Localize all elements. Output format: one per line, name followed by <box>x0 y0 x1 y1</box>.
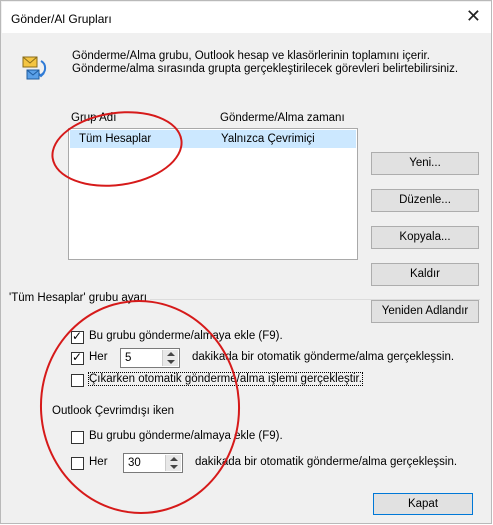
close-button[interactable]: Kapat <box>373 493 473 515</box>
send-receive-groups-icon <box>22 56 47 80</box>
send-receive-on-exit-checkbox[interactable] <box>71 374 84 387</box>
chevron-down-icon[interactable] <box>170 465 178 469</box>
send-receive-on-exit-label: Çıkarken otomatik gönderme/alma işlemi g… <box>88 372 363 386</box>
column-header-group-name[interactable]: Grup Adı <box>71 112 116 124</box>
list-item-time: Yalnızca Çevrimiçi <box>221 133 315 145</box>
title-bar: Gönder/Al Grupları ✕ <box>2 2 491 33</box>
every-offline-label: Her <box>89 456 108 468</box>
offline-minutes-stepper[interactable] <box>123 453 183 473</box>
dialog-description: Gönderme/Alma grubu, Outlook hesap ve kl… <box>72 50 459 75</box>
copy-button[interactable]: Kopyala... <box>371 226 479 249</box>
every-online-label: Her <box>89 351 108 363</box>
dialog-title: Gönder/Al Grupları <box>11 12 112 26</box>
online-minutes-suffix: dakikada bir otomatik gönderme/alma gerç… <box>192 351 455 363</box>
online-minutes-input[interactable] <box>125 350 161 366</box>
chevron-down-icon[interactable] <box>167 360 175 364</box>
include-offline-checkbox[interactable] <box>71 431 84 444</box>
offline-minutes-suffix: dakikada bir otomatik gönderme/alma gerç… <box>195 456 458 468</box>
groups-list[interactable]: Tüm Hesaplar Yalnızca Çevrimiçi <box>68 128 358 260</box>
column-header-send-receive-time[interactable]: Gönderme/Alma zamanı <box>220 112 345 124</box>
include-online-label: Bu grubu gönderme/almaya ekle (F9). <box>89 330 283 342</box>
remove-button[interactable]: Kaldır <box>371 263 479 286</box>
online-minutes-stepper[interactable] <box>120 348 180 368</box>
stepper-arrows[interactable] <box>165 455 181 471</box>
include-offline-label: Bu grubu gönderme/almaya ekle (F9). <box>89 430 283 442</box>
offline-section-title: Outlook Çevrimdışı iken <box>52 405 175 417</box>
every-offline-checkbox[interactable] <box>71 457 84 470</box>
close-icon[interactable]: ✕ <box>466 6 481 27</box>
edit-button[interactable]: Düzenle... <box>371 189 479 212</box>
chevron-up-icon[interactable] <box>167 352 175 356</box>
include-online-checkbox[interactable] <box>71 329 84 344</box>
list-item[interactable]: Tüm Hesaplar Yalnızca Çevrimiçi <box>70 130 356 148</box>
stepper-arrows[interactable] <box>162 350 178 366</box>
chevron-up-icon[interactable] <box>170 457 178 461</box>
every-online-checkbox[interactable] <box>71 350 84 365</box>
list-item-group-name: Tüm Hesaplar <box>79 133 152 145</box>
new-button[interactable]: Yeni... <box>371 152 479 175</box>
dialog-window: Gönder/Al Grupları ✕ <box>0 0 492 524</box>
group-settings-title: 'Tüm Hesaplar' grubu ayarı <box>9 292 150 304</box>
rename-button[interactable]: Yeniden Adlandır <box>371 300 479 323</box>
offline-minutes-input[interactable] <box>128 455 164 471</box>
